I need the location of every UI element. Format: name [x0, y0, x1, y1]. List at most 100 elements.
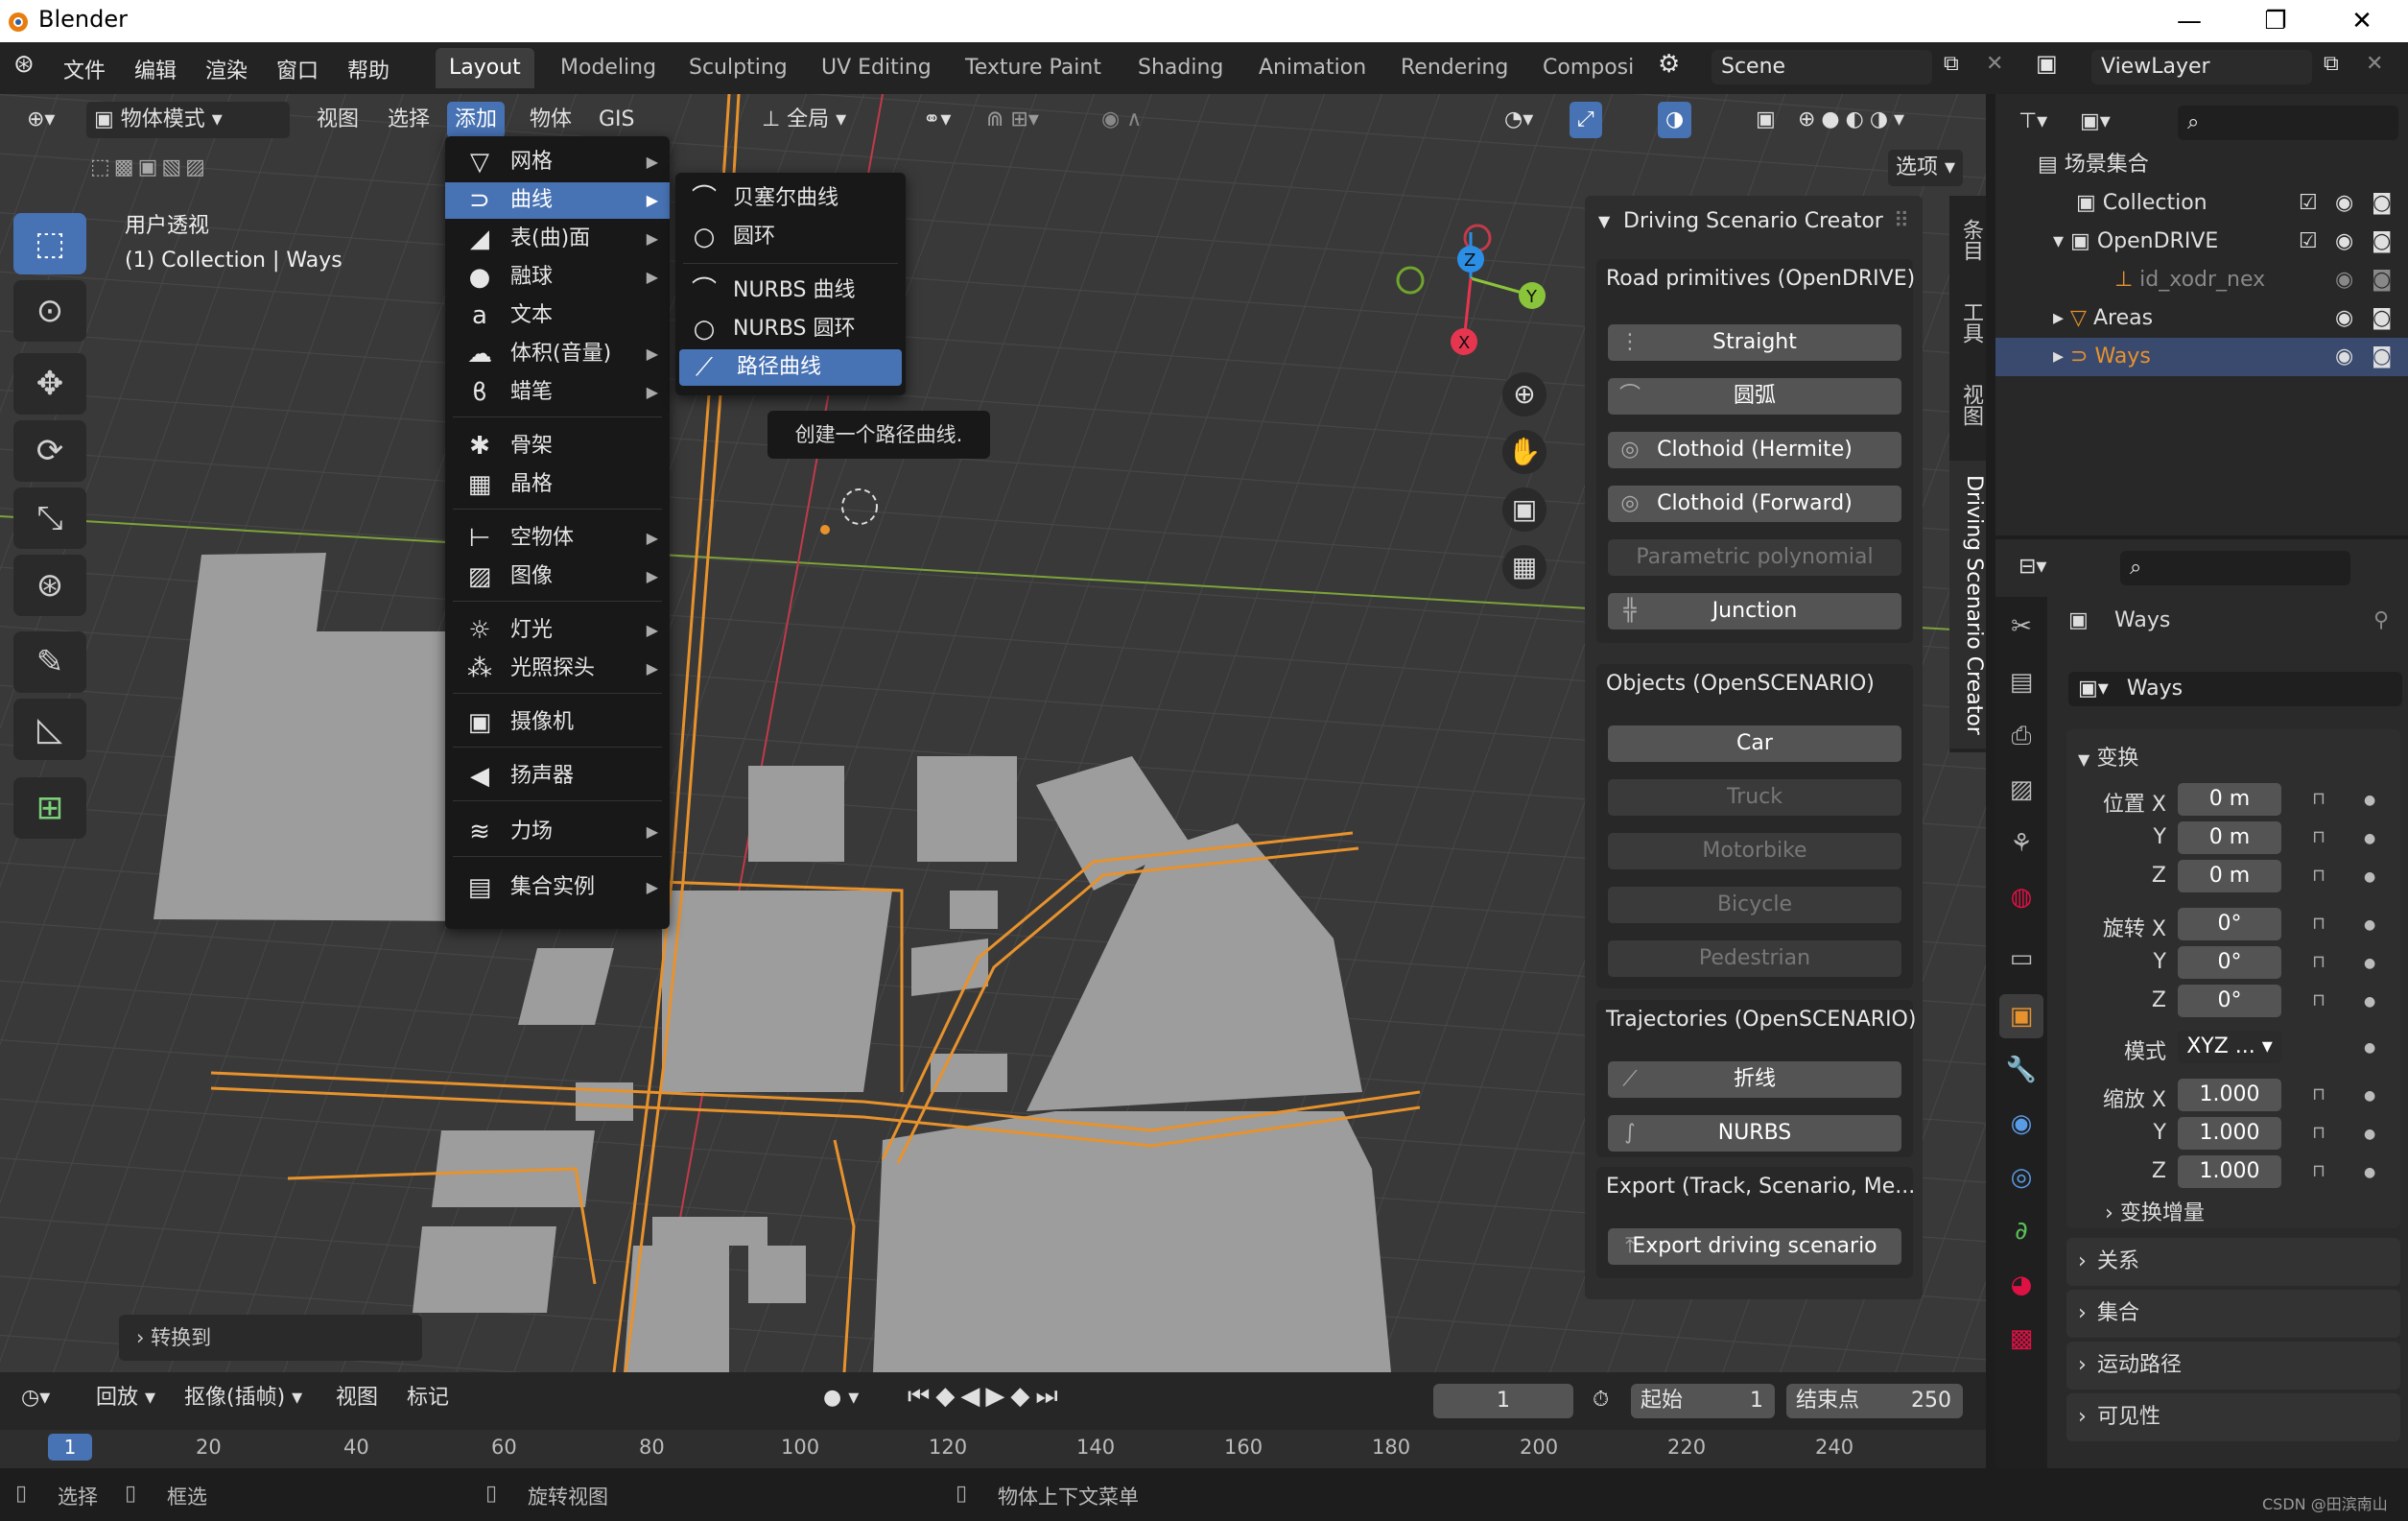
new-scene-icon[interactable]: ⧉: [1944, 52, 1959, 76]
stopwatch-icon[interactable]: ⏱: [1585, 1382, 1617, 1418]
new-viewlayer-icon[interactable]: ⧉: [2324, 52, 2339, 76]
keyframe-dot-icon[interactable]: ●: [2364, 994, 2375, 1010]
scale-x-field[interactable]: 1.000: [2178, 1079, 2281, 1111]
menu-add[interactable]: 添加: [447, 102, 506, 138]
rotate-tool-icon[interactable]: ⟳: [13, 420, 86, 482]
redo-last-panel[interactable]: › 转换到: [119, 1315, 422, 1361]
menu-object[interactable]: 物体: [522, 102, 579, 138]
eye-icon[interactable]: ◉: [2335, 299, 2353, 338]
keyframe-dot-icon[interactable]: ●: [2364, 831, 2375, 846]
scale-z-field[interactable]: 1.000: [2178, 1155, 2281, 1188]
playhead-frame[interactable]: 1: [48, 1434, 92, 1461]
scale-y-field[interactable]: 1.000: [2178, 1117, 2281, 1150]
camera-render-icon[interactable]: ◙: [2372, 184, 2392, 223]
keyframe-dot-icon[interactable]: ●: [2364, 869, 2375, 885]
playback-controls-icons[interactable]: ⏮◆◀▶◆⏭: [900, 1378, 1072, 1414]
tab-item[interactable]: 条目: [1949, 213, 1986, 267]
lock-icon[interactable]: ⊓: [2312, 952, 2325, 972]
scale-tool-icon[interactable]: ⤡: [13, 487, 86, 549]
dsc-panel-header[interactable]: ▼ Driving Scenario Creator ⠿: [1585, 196, 1923, 248]
timeline-editor-type-icon[interactable]: ◷▾: [13, 1380, 58, 1416]
tab-animation[interactable]: Animation: [1245, 48, 1380, 88]
shading-mode-icons[interactable]: ⊕●◐◑▾: [1790, 102, 1918, 138]
location-y-field[interactable]: 0 m: [2178, 821, 2281, 854]
polyline-button[interactable]: ⟋ 折线: [1608, 1061, 1901, 1098]
bicycle-button[interactable]: Bicycle: [1608, 887, 1901, 923]
menu-marker[interactable]: 标记: [399, 1380, 457, 1416]
delete-scene-icon[interactable]: ✕: [1986, 52, 2003, 76]
lock-icon[interactable]: ⊓: [2312, 789, 2325, 809]
drag-handle-icon[interactable]: ⠿: [1894, 196, 1909, 248]
visibility-panel[interactable]: › 可见性: [2066, 1393, 2400, 1441]
render-tab-icon[interactable]: ▤: [1999, 660, 2043, 704]
viewlayer-name-field[interactable]: ViewLayer: [2091, 50, 2312, 84]
relations-panel[interactable]: › 关系: [2066, 1238, 2400, 1286]
minimize-button[interactable]: —: [2160, 2, 2218, 40]
add-menu-force-field[interactable]: ≋ 力场 ▶: [445, 814, 670, 850]
location-x-field[interactable]: 0 m: [2178, 783, 2281, 816]
move-tool-icon[interactable]: ✥: [13, 353, 86, 415]
menu-help[interactable]: 帮助: [347, 54, 390, 84]
clothoid-hermite-button[interactable]: ◎ Clothoid (Hermite): [1608, 432, 1901, 468]
keyframe-dot-icon[interactable]: ●: [2364, 1127, 2375, 1142]
end-frame-field[interactable]: 结束点 250: [1786, 1384, 1963, 1418]
curve-nurbs[interactable]: ⌒ NURBS 曲线: [675, 273, 906, 309]
tool-tab-icon[interactable]: ✂: [1999, 605, 2043, 649]
outliner-scene-collection[interactable]: ▤ 场景集合: [1995, 146, 2408, 184]
world-tab-icon[interactable]: ◍: [1999, 875, 2043, 919]
texture-tab-icon[interactable]: ▩: [1999, 1317, 2043, 1361]
add-cube-tool-icon[interactable]: ⊞: [13, 777, 86, 839]
auto-keying-icon[interactable]: ● ▾: [815, 1380, 866, 1416]
add-menu-surface[interactable]: ◢ 表(曲)面 ▶: [445, 221, 670, 257]
visibility-icon[interactable]: ◔▾: [1497, 102, 1541, 138]
delete-viewlayer-icon[interactable]: ✕: [2366, 52, 2383, 76]
add-menu-light[interactable]: ☼ 灯光 ▶: [445, 612, 670, 649]
camera-render-icon[interactable]: ◙: [2372, 261, 2392, 299]
keyframe-dot-icon[interactable]: ●: [2364, 793, 2375, 808]
eye-icon[interactable]: ◉: [2335, 184, 2353, 223]
add-menu-empty[interactable]: ⊢ 空物体 ▶: [445, 520, 670, 557]
junction-button[interactable]: ╬ Junction: [1608, 593, 1901, 630]
add-menu-speaker[interactable]: ◀ 扬声器: [445, 758, 670, 795]
collection-tab-icon[interactable]: ▭: [1999, 937, 2043, 981]
straight-button[interactable]: ⋮ Straight: [1608, 324, 1901, 361]
maximize-button[interactable]: ❐: [2247, 2, 2304, 40]
clothoid-forward-button[interactable]: ◎ Clothoid (Forward): [1608, 486, 1901, 522]
motorbike-button[interactable]: Motorbike: [1608, 833, 1901, 869]
add-menu-mesh[interactable]: ▽ 网格 ▶: [445, 144, 670, 180]
overlay-toggle-icon[interactable]: ◑: [1658, 102, 1692, 138]
curve-nurbs-circle[interactable]: ○ NURBS 圆环: [675, 311, 906, 347]
menu-view[interactable]: 视图: [309, 102, 366, 138]
lock-icon[interactable]: ⊓: [2312, 1161, 2325, 1181]
location-z-field[interactable]: 0 m: [2178, 860, 2281, 892]
proportional-edit-icon[interactable]: ◉ ∧: [1094, 102, 1149, 138]
tab-view[interactable]: 视图: [1949, 378, 1986, 432]
add-menu-grease-pencil[interactable]: ϐ 蜡笔 ▶: [445, 374, 670, 411]
object-datablock-field[interactable]: ▣▾ Ways: [2068, 672, 2402, 706]
scene-icon[interactable]: ⚙: [1658, 50, 1680, 79]
export-driving-scenario-button[interactable]: ⤒ Export driving scenario: [1608, 1228, 1901, 1265]
outliner-editor-type-icon[interactable]: ⊤▾: [2011, 104, 2055, 140]
rotation-y-field[interactable]: 0°: [2178, 946, 2281, 979]
lock-icon[interactable]: ⊓: [2312, 1123, 2325, 1143]
lock-icon[interactable]: ⊓: [2312, 1084, 2325, 1105]
viewlayer-icon[interactable]: ▣: [2036, 50, 2058, 77]
curve-bezier[interactable]: ⌒ 贝塞尔曲线: [675, 180, 906, 217]
tab-modeling[interactable]: Modeling: [547, 48, 670, 88]
nurbs-trajectory-button[interactable]: ∫ NURBS: [1608, 1115, 1901, 1152]
pedestrian-button[interactable]: Pedestrian: [1608, 940, 1901, 977]
menu-render[interactable]: 渲染: [205, 54, 248, 84]
outliner-row-collection[interactable]: ▣ Collection ☑ ◉ ◙: [1995, 184, 2408, 223]
tab-sculpting[interactable]: Sculpting: [675, 48, 801, 88]
camera-render-icon[interactable]: ◙: [2372, 338, 2392, 376]
current-frame-field[interactable]: 1: [1433, 1384, 1573, 1418]
collections-panel[interactable]: › 集合: [2066, 1290, 2400, 1338]
start-frame-field[interactable]: 起始 1: [1631, 1384, 1775, 1418]
transform-tool-icon[interactable]: ⊛: [13, 555, 86, 616]
frame-ruler[interactable]: 1 20 40 60 80 100 120 140 160 180 200 22…: [0, 1430, 1986, 1468]
car-button[interactable]: Car: [1608, 725, 1901, 762]
camera-render-icon[interactable]: ◙: [2372, 299, 2392, 338]
arc-button[interactable]: ⌒ 圆弧: [1608, 378, 1901, 415]
add-menu-armature[interactable]: ✱ 骨架: [445, 428, 670, 464]
add-menu-text[interactable]: a 文本: [445, 297, 670, 334]
